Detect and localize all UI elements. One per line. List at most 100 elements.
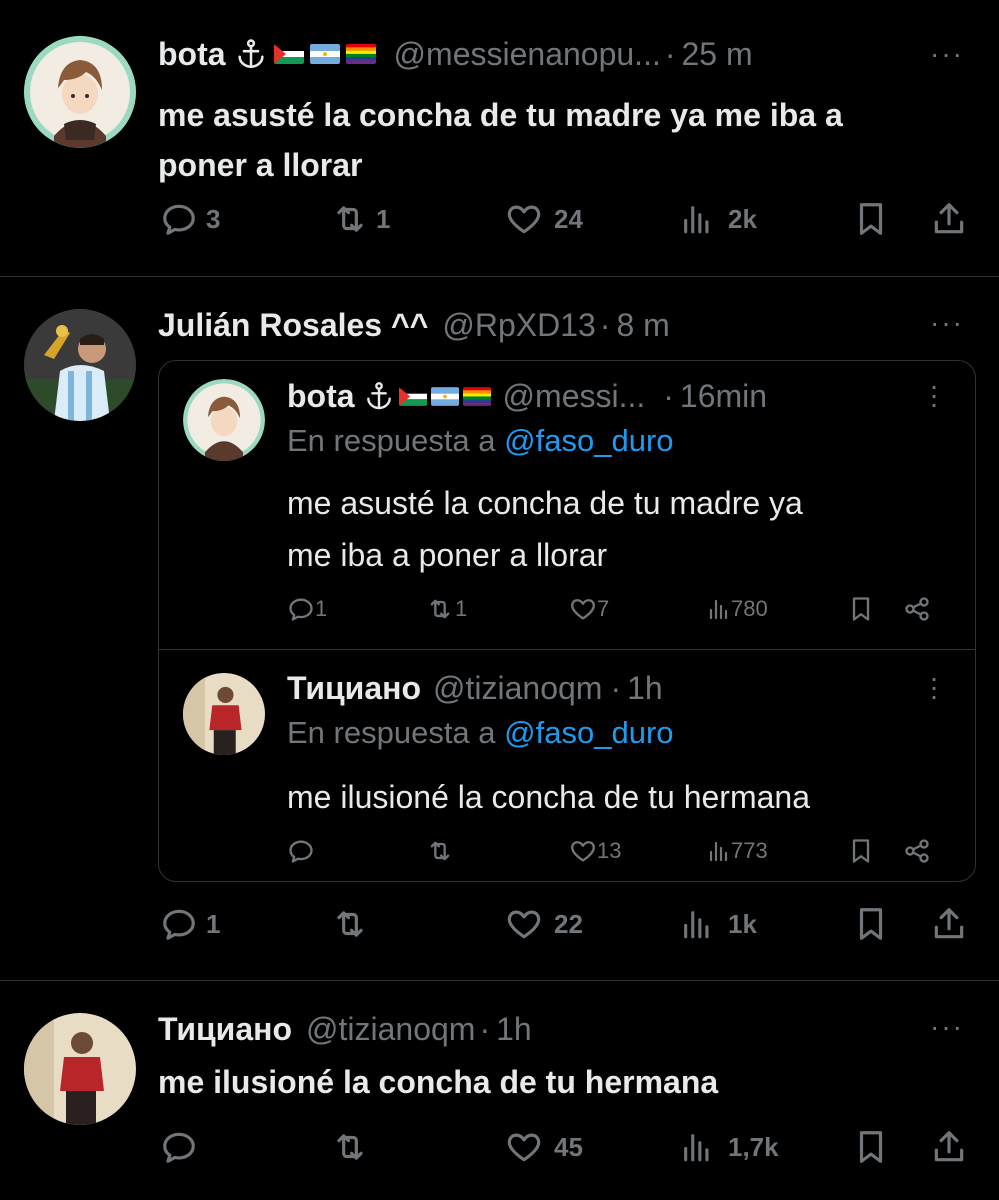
reply-prefix: En respuesta a bbox=[287, 423, 496, 458]
share-button[interactable] bbox=[930, 200, 968, 238]
reply-button[interactable]: 3 bbox=[160, 200, 220, 238]
quoted-header: bota @messi... · 16min bbox=[287, 375, 767, 417]
anime-avatar-image bbox=[24, 36, 136, 148]
retweet-count: 1 bbox=[455, 596, 468, 621]
quoted-like: 13 bbox=[569, 837, 621, 865]
retweet-button[interactable] bbox=[330, 1128, 376, 1166]
more-options-icon[interactable]: ··· bbox=[930, 38, 964, 70]
timestamp[interactable]: 8 m bbox=[616, 307, 669, 344]
reply-count: 1 bbox=[206, 908, 221, 939]
display-name[interactable]: Тициано bbox=[158, 1011, 292, 1048]
more-options-icon[interactable]: ··· bbox=[930, 307, 964, 339]
bookmark-button[interactable] bbox=[852, 905, 890, 943]
quoted-text: me asusté la concha de tu madre ya me ib… bbox=[287, 477, 803, 581]
share-icon bbox=[930, 200, 968, 238]
bookmark-icon bbox=[852, 1128, 890, 1166]
views-icon bbox=[707, 837, 731, 865]
reply-mention: @faso_duro bbox=[504, 715, 674, 750]
quoted-like: 7 bbox=[569, 595, 609, 623]
separator-dot: · bbox=[663, 377, 674, 414]
reply-context: En respuesta a @faso_duro bbox=[287, 423, 674, 459]
display-name[interactable]: bota bbox=[158, 36, 226, 73]
avatar[interactable] bbox=[24, 36, 136, 148]
avatar[interactable] bbox=[24, 1013, 136, 1125]
reply-icon bbox=[160, 905, 198, 943]
quoted-screenshot-card[interactable]: bota @messi... · 16min · · · En respuesta … bbox=[158, 360, 976, 882]
handle: @messi... bbox=[502, 377, 646, 414]
palestine-flag-icon bbox=[399, 387, 427, 406]
like-count: 45 bbox=[554, 1131, 583, 1162]
separator-dot: · bbox=[610, 669, 622, 706]
tweet-bota[interactable]: bota @messienanopu... · 25 m ··· me asus… bbox=[0, 0, 999, 276]
heart-icon bbox=[569, 595, 597, 623]
quoted-views: 773 bbox=[707, 837, 768, 865]
retweet-icon bbox=[330, 905, 370, 943]
share-button[interactable] bbox=[930, 905, 968, 943]
football-player-avatar-image bbox=[24, 309, 136, 421]
tweet-tiziano[interactable]: Тициано @tizianoqm · 1h ··· me ilusioné … bbox=[0, 981, 999, 1200]
retweet-icon bbox=[425, 837, 455, 865]
display-name[interactable]: Julián Rosales ^^ bbox=[158, 307, 428, 344]
quoted-views: 780 bbox=[707, 595, 768, 623]
views-count: 2k bbox=[728, 203, 757, 234]
tweet-julian[interactable]: Julián Rosales ^^ @RpXD13 · 8 m ··· bota… bbox=[0, 277, 999, 979]
tweet-text-line: poner a llorar bbox=[158, 147, 363, 183]
separator-dot: · bbox=[664, 35, 676, 72]
reply-button[interactable] bbox=[160, 1128, 206, 1166]
avatar[interactable] bbox=[24, 309, 136, 421]
person-photo-avatar-image bbox=[24, 1013, 136, 1125]
reply-button[interactable]: 1 bbox=[160, 905, 220, 943]
bookmark-icon bbox=[852, 905, 890, 943]
more-options-icon[interactable]: ··· bbox=[930, 1011, 964, 1043]
views-count: 773 bbox=[731, 838, 768, 863]
quoted-reply: 1 bbox=[287, 595, 327, 623]
reply-mention: @faso_duro bbox=[504, 423, 674, 458]
retweet-icon bbox=[330, 200, 370, 238]
tweet-text: me asusté la concha de tu madre ya me ib… bbox=[158, 90, 843, 190]
divider bbox=[159, 649, 975, 650]
tweet-header: Тициано @tizianoqm · 1h bbox=[158, 1009, 532, 1049]
timestamp[interactable]: 1h bbox=[496, 1011, 532, 1048]
views-button[interactable]: 1,7k bbox=[680, 1128, 779, 1166]
tweet-text: me ilusioné la concha de tu hermana bbox=[158, 1057, 718, 1107]
share-nodes-icon bbox=[903, 595, 931, 623]
share-icon bbox=[930, 905, 968, 943]
retweet-count: 1 bbox=[376, 203, 391, 234]
handle[interactable]: @messienanopu... bbox=[394, 36, 661, 73]
heart-icon bbox=[504, 905, 544, 943]
quoted-share bbox=[903, 595, 931, 623]
like-count: 22 bbox=[554, 908, 583, 939]
quoted-header: Тициано @tizianoqm · 1h bbox=[287, 667, 663, 709]
views-count: 1,7k bbox=[728, 1131, 779, 1162]
share-button[interactable] bbox=[930, 1128, 968, 1166]
retweet-button[interactable]: 1 bbox=[330, 200, 390, 238]
bookmark-button[interactable] bbox=[852, 200, 890, 238]
reply-context: En respuesta a @faso_duro bbox=[287, 715, 674, 751]
like-button[interactable]: 45 bbox=[504, 1128, 583, 1166]
bookmark-button[interactable] bbox=[852, 1128, 890, 1166]
handle[interactable]: @RpXD13 bbox=[442, 307, 595, 344]
anime-avatar-image bbox=[183, 379, 265, 461]
like-count: 7 bbox=[597, 596, 610, 621]
views-button[interactable]: 1k bbox=[680, 905, 757, 943]
bookmark-icon bbox=[852, 200, 890, 238]
retweet-button[interactable] bbox=[330, 905, 376, 943]
quoted-text-line: me ilusioné la concha de tu hermana bbox=[287, 779, 810, 815]
tweet-header: bota @messienanopu... · 25 m bbox=[158, 34, 753, 74]
timestamp[interactable]: 25 m bbox=[682, 36, 753, 73]
person-photo-avatar-image bbox=[183, 673, 265, 755]
views-count: 1k bbox=[728, 908, 757, 939]
anchor-icon bbox=[363, 380, 395, 412]
like-button[interactable]: 24 bbox=[504, 200, 583, 238]
tweet-header: Julián Rosales ^^ @RpXD13 · 8 m bbox=[158, 305, 670, 345]
quoted-bookmark bbox=[847, 595, 875, 623]
like-button[interactable]: 22 bbox=[504, 905, 583, 943]
reply-prefix: En respuesta a bbox=[287, 715, 496, 750]
anchor-icon bbox=[234, 37, 268, 71]
argentina-flag-icon bbox=[310, 44, 340, 64]
views-button[interactable]: 2k bbox=[680, 200, 757, 238]
separator-dot: · bbox=[479, 1010, 491, 1047]
handle[interactable]: @tizianoqm bbox=[306, 1011, 475, 1048]
bookmark-icon bbox=[847, 595, 875, 623]
bookmark-icon bbox=[847, 837, 875, 865]
